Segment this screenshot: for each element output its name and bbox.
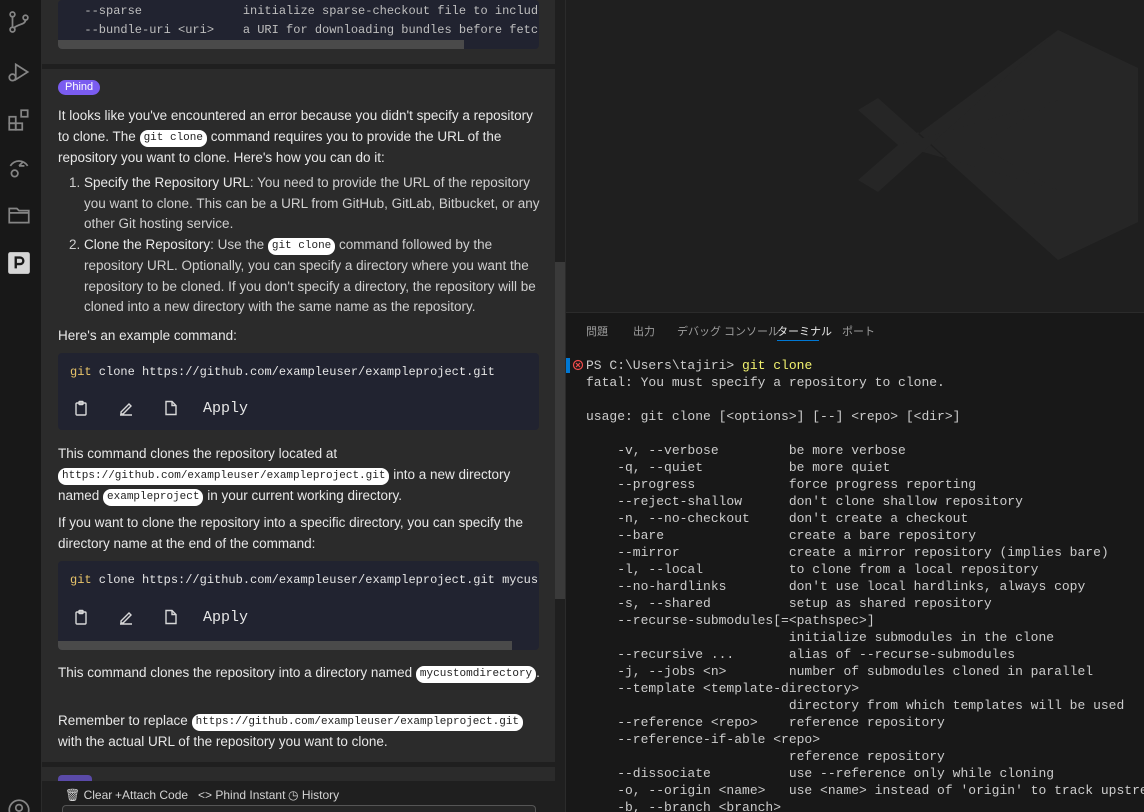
paragraph-4: This command clones the repository into … [58,662,542,683]
help-line: --sparse initialize sparse-checkout file… [84,4,539,18]
paragraph-2: This command clones the repository locat… [58,443,542,506]
code-block-2: git clone https://github.com/exampleuser… [58,561,539,650]
previous-code-block: --sparse initialize sparse-checkout file… [58,0,539,49]
clipboard-icon[interactable] [70,606,92,628]
text: Remember to replace [58,713,192,728]
steps-list: Specify the Repository URL: You need to … [58,173,542,318]
bottom-panel: 問題 出力 デバッグ コンソール ターミナル ポート PS C:\Users\t… [566,312,1144,812]
code-keyword: git [70,365,92,379]
code-line: git clone https://github.com/exampleuser… [70,573,539,587]
code-text: clone https://github.com/exampleuser/exa… [91,365,495,379]
active-tab-indicator [777,340,819,341]
apply-button[interactable]: Apply [203,400,248,417]
edit-icon[interactable] [115,397,137,419]
example-label: Here's an example command: [58,328,237,343]
instant-label: Phind Instant [215,788,286,802]
list-item: Specify the Repository URL: You need to … [84,173,542,235]
answer-card: Phind It looks like you've encountered a… [42,69,555,762]
chat-input[interactable] [62,805,536,812]
tab-ports[interactable]: ポート [842,323,875,339]
chat-scrollbar[interactable] [555,262,565,599]
previous-message-card: --sparse initialize sparse-checkout file… [42,0,555,64]
text: . [536,665,540,680]
phind-badge: Phind [58,80,101,95]
history-button[interactable]: ◷ History [288,788,339,802]
phind-chat-panel: --sparse initialize sparse-checkout file… [42,0,566,812]
help-line: --bundle-uri <uri> a URI for downloading… [84,23,539,37]
source-control-icon[interactable] [5,8,33,36]
paragraph-3: If you want to clone the repository into… [58,515,523,551]
editor-area [566,0,1144,312]
phind-instant-button[interactable]: <> Phind Instant [198,788,285,802]
text: This command clones the repository locat… [58,446,338,461]
folder-icon[interactable] [5,201,33,229]
code-text: clone https://github.com/exampleuser/exa… [98,573,539,587]
next-message-card [42,767,555,781]
code-block-1: git clone https://github.com/exampleuser… [58,353,539,430]
new-file-icon[interactable] [160,397,182,419]
attach-code-button[interactable]: +Attach Code [115,788,188,802]
code-actions: Apply [58,388,248,428]
history-label: History [301,788,340,802]
code-actions: Apply [58,597,248,637]
inline-code: mycustomdirectory [415,666,537,683]
error-circle-icon[interactable] [572,359,584,371]
terminal-prompt: PS C:\Users\tajiri> [586,358,743,373]
terminal-text: fatal: You must specify a repository to … [586,375,1144,812]
new-file-icon[interactable] [160,606,182,628]
code-horizontal-scrollbar[interactable] [58,641,512,650]
run-debug-icon[interactable] [5,58,33,86]
code-brackets-icon: <> [198,788,216,802]
trash-icon: 🗑 [65,788,84,802]
terminal-output[interactable]: PS C:\Users\tajiri> git clone fatal: You… [586,357,1144,812]
code-keyword: git [70,573,92,587]
clock-icon: ◷ [288,788,302,802]
apply-button[interactable]: Apply [203,609,248,626]
code-horizontal-scrollbar[interactable] [58,40,464,49]
inline-code: exampleproject [103,489,204,506]
clear-label: Clear [83,788,113,802]
command-decoration[interactable] [566,358,570,373]
tab-debug-console[interactable]: デバッグ コンソール [677,323,779,339]
inline-code: git clone [139,130,207,147]
phind-icon[interactable] [5,249,33,277]
list-item: Clone the Repository: Use the git clone … [84,235,542,318]
text: in your current working directory. [203,488,403,503]
activity-bar [0,0,42,812]
code-line: git clone https://github.com/exampleuser… [70,365,495,379]
next-badge [58,775,92,781]
step-body: : Use the [210,237,268,253]
text: This command clones the repository into … [58,665,416,680]
clear-button[interactable]: 🗑 Clear [65,788,112,802]
inline-code: git clone [267,238,336,256]
intro-paragraph: It looks like you've encountered an erro… [58,105,542,168]
tab-terminal[interactable]: ターミナル [777,323,832,339]
inline-code: https://github.com/exampleuser/examplepr… [58,468,390,485]
step-title: Clone the Repository [84,237,211,253]
extensions-icon[interactable] [5,106,33,134]
tab-output[interactable]: 出力 [633,323,655,339]
clipboard-icon[interactable] [70,397,92,419]
account-icon[interactable] [5,796,33,812]
edit-icon[interactable] [115,606,137,628]
step-title: Specify the Repository URL [84,175,250,190]
tab-problems[interactable]: 問題 [586,323,608,339]
paragraph-5: Remember to replace https://github.com/e… [58,710,542,752]
inline-code: https://github.com/exampleuser/examplepr… [191,714,524,731]
vscode-watermark-icon [858,30,1138,260]
text: with the actual URL of the repository yo… [58,734,388,749]
remote-explorer-icon[interactable] [5,154,33,182]
terminal-command: git clone [742,358,813,373]
